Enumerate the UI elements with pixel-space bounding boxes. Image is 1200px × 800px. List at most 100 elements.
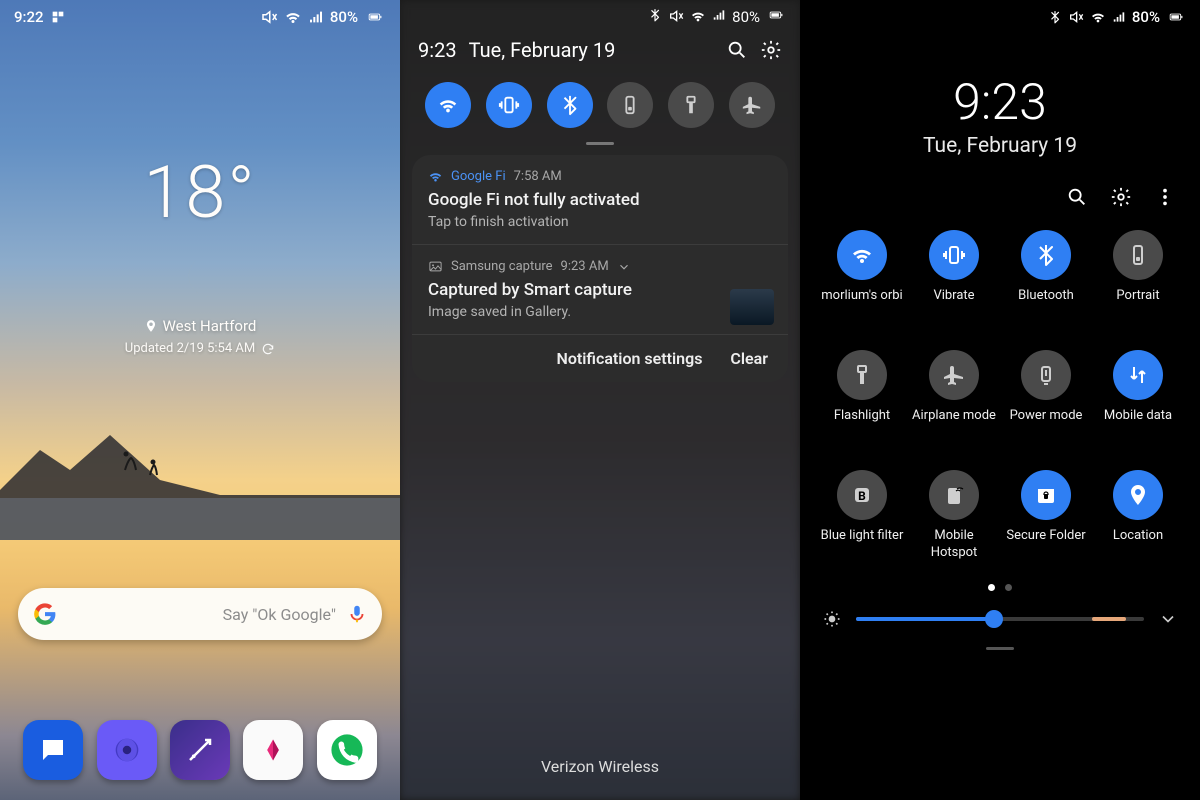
tile-hotspot[interactable]: Mobile Hotspot [912,470,996,562]
app-dock [0,720,400,780]
notification-0[interactable]: Google Fi 7:58 AM Google Fi not fully ac… [412,155,788,245]
gear-icon[interactable] [1110,186,1132,208]
tile-vibrate[interactable]: Vibrate [912,230,996,322]
google-logo-icon [32,601,58,627]
qs-flashlight[interactable] [668,82,714,128]
weather-widget[interactable]: 18° West Hartford Updated 2/19 5:54 AM [0,150,400,356]
airplane-toggle[interactable] [929,350,979,400]
tile-label: Vibrate [933,288,974,322]
notification-settings-button[interactable]: Notification settings [557,349,703,368]
location-name: West Hartford [163,317,257,335]
more-icon[interactable] [1154,186,1176,208]
search-icon[interactable] [726,39,748,61]
wifi-icon [284,8,302,26]
bluetooth-toggle[interactable] [1021,230,1071,280]
signal-icon [712,8,726,22]
flashlight-icon [850,363,874,387]
app-icon [428,169,443,184]
app-galaxy[interactable] [170,720,230,780]
page-indicator[interactable] [800,584,1200,591]
portrait-toggle[interactable] [1113,230,1163,280]
tile-secure[interactable]: Secure Folder [1004,470,1088,562]
qs-airplane[interactable] [729,82,775,128]
power-toggle[interactable] [1021,350,1071,400]
tile-power[interactable]: Power mode [1004,350,1088,442]
hotspot-icon [942,483,966,507]
notif-title: Captured by Smart capture [428,280,772,300]
wifi-icon [437,94,459,116]
notification-1[interactable]: Samsung capture 9:23 AM Captured by Smar… [412,245,788,335]
google-search-bar[interactable]: Say "Ok Google" [18,588,382,640]
chevron-down-icon[interactable] [1158,609,1178,629]
sun-icon [822,609,842,629]
app-phone[interactable] [317,720,377,780]
hotspot-toggle[interactable] [929,470,979,520]
wifi-icon [1090,9,1106,25]
big-time: 9:23 [800,74,1200,132]
clear-button[interactable]: Clear [730,349,768,368]
vibrate-icon [942,243,966,267]
qs-wifi[interactable] [425,82,471,128]
battery-pct: 80% [732,8,760,26]
bluetooth-icon [559,94,581,116]
tile-label: Mobile Hotspot [912,528,996,562]
refresh-icon[interactable] [261,342,275,356]
mute-icon [1068,9,1084,25]
status-bar: 80% [400,0,800,30]
location-toggle[interactable] [1113,470,1163,520]
signal-icon [1112,10,1126,24]
notif-thumbnail [730,289,774,325]
secure-toggle[interactable] [1021,470,1071,520]
tile-label: Secure Folder [1006,528,1085,562]
search-hint: Say "Ok Google" [58,605,346,624]
tile-location[interactable]: Location [1096,470,1180,562]
brightness-slider[interactable] [856,617,1144,621]
tile-bluetooth[interactable]: Bluetooth [1004,230,1088,322]
chevron-down-icon[interactable] [617,260,631,274]
qs-bluetooth[interactable] [547,82,593,128]
quick-settings-panel: 80% 9:23 Tue, February 19 morlium's orbi… [800,0,1200,800]
tile-portrait[interactable]: Portrait [1096,230,1180,322]
battery-icon [364,10,386,24]
mute-icon [668,8,684,24]
header-time: 9:23 [418,38,457,62]
mobiledata-toggle[interactable] [1113,350,1163,400]
tile-flashlight[interactable]: Flashlight [820,350,904,442]
tile-airplane[interactable]: Airplane mode [912,350,996,442]
clock: 9:22 [14,8,44,26]
wifi-toggle[interactable] [837,230,887,280]
flashlight-toggle[interactable] [837,350,887,400]
app-messages[interactable] [23,720,83,780]
gear-icon[interactable] [760,39,782,61]
drag-handle[interactable] [986,647,1014,650]
drag-handle[interactable] [586,142,614,145]
search-icon[interactable] [1066,186,1088,208]
bluelight-toggle[interactable] [837,470,887,520]
lock-clock: 9:23 Tue, February 19 [800,74,1200,158]
vibrate-toggle[interactable] [929,230,979,280]
carrier-label: Verizon Wireless [400,757,800,776]
notif-body: Tap to finish activation [428,214,772,230]
mute-icon [260,8,278,26]
battery-pct: 80% [330,8,358,26]
moon-icon [173,249,227,303]
app-browser[interactable] [97,720,157,780]
airplane-icon [942,363,966,387]
airplane-icon [741,94,763,116]
temperature: 18° [0,150,400,235]
tile-wifi[interactable]: morlium's orbi [820,230,904,322]
app-store[interactable] [243,720,303,780]
qs-rotation[interactable] [607,82,653,128]
tile-bluelight[interactable]: Blue light filter [820,470,904,562]
location-pin-icon [144,319,158,333]
home-screen: 9:22 80% 18° West Hartford Updated 2/19 … [0,0,400,800]
status-bar: 9:22 80% [0,0,400,30]
updated-text: Updated 2/19 5:54 AM [125,341,255,356]
vibrate-icon [498,94,520,116]
mic-icon[interactable] [346,603,368,625]
tile-label: Mobile data [1104,408,1172,442]
wifi-icon [850,243,874,267]
rotation-icon [619,94,641,116]
qs-vibrate[interactable] [486,82,532,128]
tile-mobiledata[interactable]: Mobile data [1096,350,1180,442]
